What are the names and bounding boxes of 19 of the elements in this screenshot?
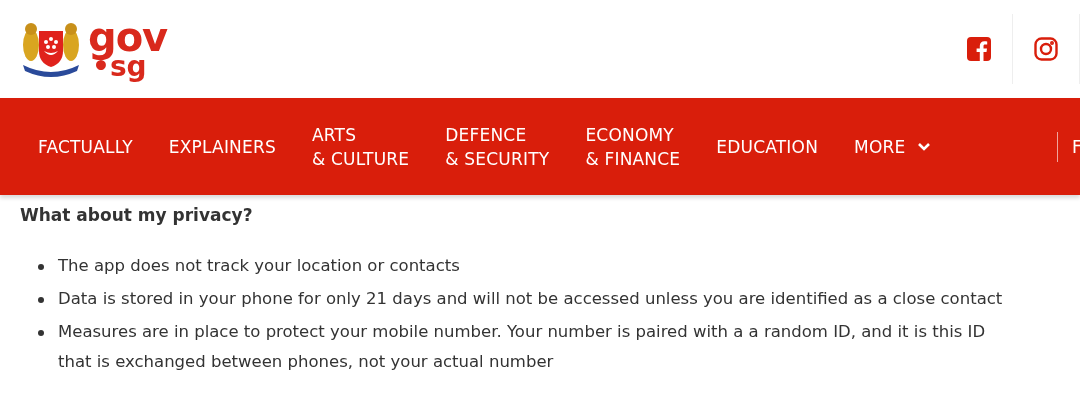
bullet-icon — [38, 297, 44, 303]
bullet-item: Data is stored in your phone for only 21 days and will not be accessed unless you are identified as a close contact — [58, 288, 1003, 310]
bullet-item: Measures are in place to protect your mobile number. Your number is paired with a a random ID, and it is this ID that is exchanged between phones, not your actual number — [58, 321, 987, 373]
nav-link[interactable]: EXPLAINERS — [168, 134, 276, 159]
instagram-icon — [1034, 37, 1058, 61]
nav-link[interactable]: ECONOMY & FINANCE — [585, 122, 681, 171]
nav-link[interactable]: FACTUALLY — [38, 134, 133, 159]
nav-link[interactable]: DEFENCE & SECURITY — [445, 122, 550, 171]
nav-link[interactable]: MORE — [854, 134, 932, 159]
nav-link[interactable]: F — [1072, 136, 1080, 157]
bullet-icon — [38, 330, 44, 336]
section-heading: What about my privacy? — [20, 205, 254, 225]
nav-link[interactable]: ARTS & CULTURE — [311, 122, 410, 171]
chevron-down-icon — [917, 141, 932, 152]
crest-icon — [20, 21, 82, 77]
facebook-icon — [967, 37, 991, 61]
bullet-icon — [38, 264, 44, 270]
nav-link[interactable]: EDUCATION — [716, 134, 819, 159]
bullet-item: The app does not track your location or contacts — [58, 255, 460, 277]
